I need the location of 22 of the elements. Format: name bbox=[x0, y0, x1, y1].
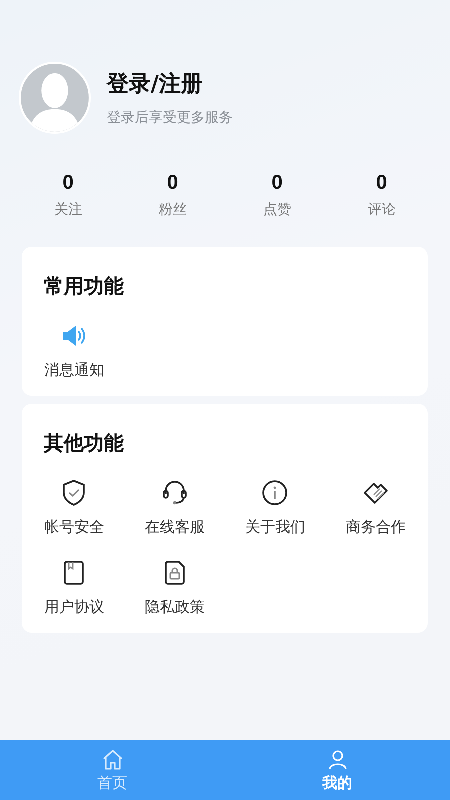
headset-icon[interactable] bbox=[160, 479, 189, 507]
menu-item[interactable]: 隐私政策 bbox=[144, 598, 205, 617]
menu-item[interactable]: 消息通知 bbox=[44, 361, 104, 380]
menu-item[interactable]: 关于我们 bbox=[245, 518, 306, 537]
menu-item[interactable]: 商务合作 bbox=[346, 518, 406, 537]
menu-item[interactable]: 帐号安全 bbox=[44, 518, 104, 537]
stat-count: 0 bbox=[167, 172, 178, 195]
stat-label: 关注 bbox=[54, 201, 82, 219]
stat-count: 0 bbox=[272, 172, 283, 195]
menu-item[interactable]: 在线客服 bbox=[144, 518, 205, 537]
home-icon bbox=[100, 748, 124, 772]
section-title: 常用功能 bbox=[44, 273, 125, 300]
info-icon[interactable] bbox=[261, 479, 290, 507]
menu-item[interactable]: 用户协议 bbox=[44, 598, 104, 617]
stat-label: 点赞 bbox=[263, 201, 292, 219]
login-hint: 登录后享受更多服务 bbox=[107, 109, 233, 127]
stat-count: 0 bbox=[62, 172, 74, 195]
stat-label: 粉丝 bbox=[158, 201, 187, 219]
stat-count: 0 bbox=[376, 172, 388, 195]
login-link[interactable]: 登录/注册 bbox=[107, 69, 233, 99]
section-title: 其他功能 bbox=[44, 430, 125, 457]
stat-label: 评论 bbox=[368, 201, 396, 219]
